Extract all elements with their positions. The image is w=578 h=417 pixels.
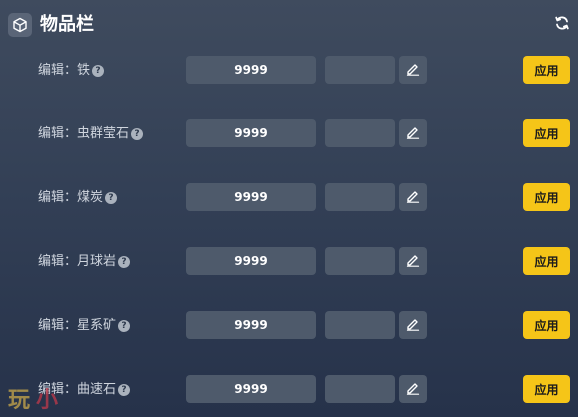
item-value-input[interactable] xyxy=(186,375,316,403)
edit-button[interactable] xyxy=(399,56,427,84)
item-value-input[interactable] xyxy=(186,56,316,84)
item-label-text: 编辑：星系矿 xyxy=(38,318,117,333)
apply-button[interactable]: 应用 xyxy=(523,119,570,147)
edit-button[interactable] xyxy=(399,247,427,275)
apply-button[interactable]: 应用 xyxy=(523,56,570,84)
item-label: 编辑：煤炭 ? xyxy=(38,183,118,213)
item-label: 编辑：虫群莹石 ? xyxy=(38,119,144,149)
pencil-icon xyxy=(406,61,420,80)
watermark-logo: 玩小 xyxy=(8,388,65,413)
help-icon[interactable]: ? xyxy=(118,320,131,332)
edit-button[interactable] xyxy=(399,311,427,339)
help-icon[interactable]: ? xyxy=(92,65,105,77)
inventory-header: 物品栏 xyxy=(0,0,578,50)
pencil-icon xyxy=(406,124,420,143)
item-row: 编辑：虫群莹石 ? 应用 xyxy=(0,119,578,149)
apply-button[interactable]: 应用 xyxy=(523,247,570,275)
apply-button[interactable]: 应用 xyxy=(523,311,570,339)
item-label: 编辑：铁 ? xyxy=(38,56,105,86)
pencil-icon xyxy=(406,316,420,335)
item-row: 编辑：铁 ? 应用 xyxy=(0,56,578,86)
item-label-text: 编辑：铁 xyxy=(38,63,91,78)
item-value-input[interactable] xyxy=(186,247,316,275)
item-amount-input[interactable] xyxy=(325,311,395,339)
help-icon[interactable]: ? xyxy=(118,256,131,268)
item-label-text: 编辑：月球岩 xyxy=(38,254,117,269)
item-value-input[interactable] xyxy=(186,119,316,147)
cube-icon xyxy=(8,13,32,37)
refresh-icon xyxy=(554,15,570,35)
item-value-input[interactable] xyxy=(186,183,316,211)
edit-button[interactable] xyxy=(399,119,427,147)
pencil-icon xyxy=(406,252,420,271)
item-row: 编辑：星系矿 ? 应用 xyxy=(0,311,578,341)
item-label-text: 编辑：虫群莹石 xyxy=(38,126,130,141)
item-value-input[interactable] xyxy=(186,311,316,339)
edit-button[interactable] xyxy=(399,183,427,211)
item-row: 编辑：曲速石 ? 应用 xyxy=(0,375,578,405)
pencil-icon xyxy=(406,380,420,399)
refresh-button[interactable] xyxy=(552,15,572,35)
item-row: 编辑：煤炭 ? 应用 xyxy=(0,183,578,213)
item-amount-input[interactable] xyxy=(325,183,395,211)
apply-button[interactable]: 应用 xyxy=(523,183,570,211)
pencil-icon xyxy=(406,188,420,207)
page-title: 物品栏 xyxy=(40,14,94,35)
item-amount-input[interactable] xyxy=(325,375,395,403)
help-icon[interactable]: ? xyxy=(118,384,131,396)
edit-button[interactable] xyxy=(399,375,427,403)
help-icon[interactable]: ? xyxy=(131,128,144,140)
item-label-text: 编辑：煤炭 xyxy=(38,190,104,205)
item-amount-input[interactable] xyxy=(325,56,395,84)
help-icon[interactable]: ? xyxy=(105,192,118,204)
item-label: 编辑：星系矿 ? xyxy=(38,311,131,341)
item-amount-input[interactable] xyxy=(325,119,395,147)
apply-button[interactable]: 应用 xyxy=(523,375,570,403)
item-amount-input[interactable] xyxy=(325,247,395,275)
item-label: 编辑：月球岩 ? xyxy=(38,247,131,277)
item-row: 编辑：月球岩 ? 应用 xyxy=(0,247,578,277)
